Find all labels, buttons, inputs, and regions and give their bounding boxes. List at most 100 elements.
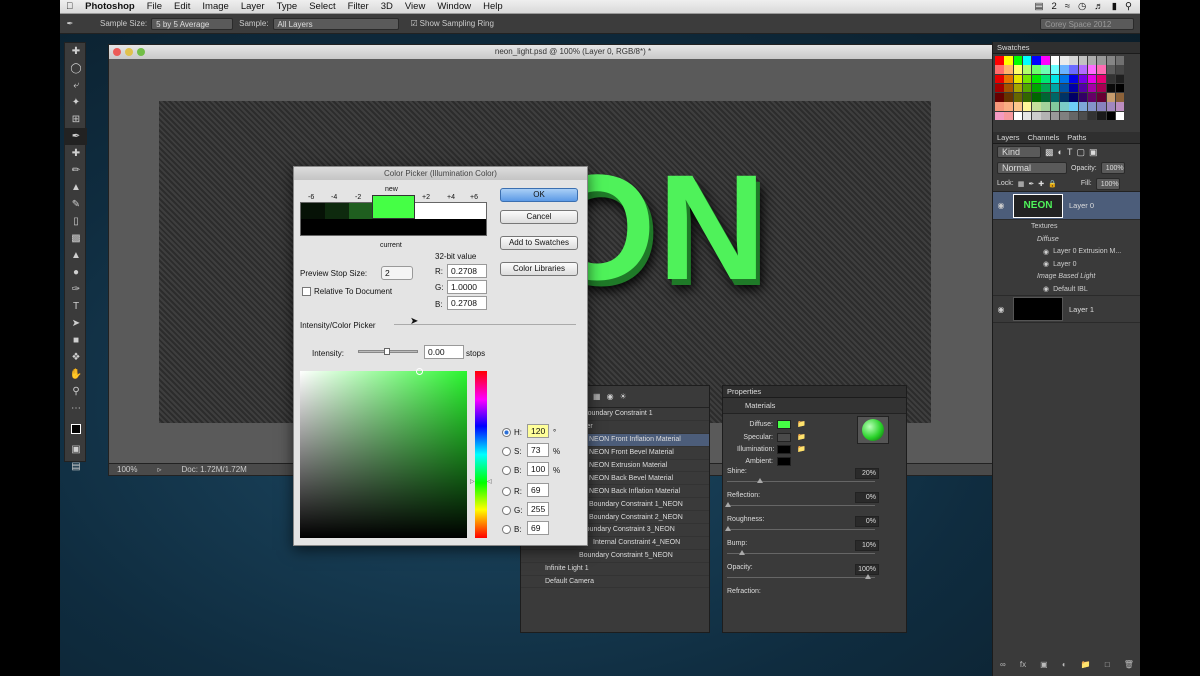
eye-icon[interactable]: ◉: [1043, 248, 1049, 256]
swatch-cell[interactable]: [1013, 74, 1023, 84]
swatch-cell[interactable]: [1022, 74, 1032, 84]
swatch-cell[interactable]: [1069, 102, 1078, 111]
g32-field[interactable]: 1.0000: [447, 280, 487, 294]
eye-icon[interactable]: ◉: [1043, 260, 1049, 268]
radio-s[interactable]: [502, 447, 511, 456]
swatch-cell[interactable]: [1032, 102, 1041, 111]
swatch-cell[interactable]: [1041, 102, 1050, 111]
dodge-tool-icon[interactable]: ●: [65, 264, 87, 281]
swatch-cell[interactable]: [1115, 93, 1125, 102]
swatch-cell[interactable]: [1087, 83, 1097, 93]
filter-light-icon[interactable]: ☀: [620, 392, 627, 401]
color-libraries-button[interactable]: Color Libraries: [500, 262, 578, 276]
reflection-knob[interactable]: [725, 502, 731, 507]
swatch-cell[interactable]: [1087, 56, 1097, 65]
swatch-cell[interactable]: [1106, 65, 1116, 74]
tab-layers[interactable]: Layers: [997, 132, 1020, 143]
brush-tool-icon[interactable]: ✏: [65, 162, 87, 179]
swatch-cell[interactable]: [1041, 74, 1050, 84]
reflection-value[interactable]: 0%: [855, 492, 879, 503]
layer-row-layer0[interactable]: ◉ NEON Layer 0: [993, 192, 1140, 221]
swatch-cell[interactable]: [1032, 74, 1041, 84]
screen-mode-icon[interactable]: ▤: [65, 458, 87, 475]
swatch-cell[interactable]: [1013, 93, 1023, 102]
filter-shape-icon[interactable]: ▢: [1076, 147, 1085, 158]
opacity-field[interactable]: 100%: [1100, 162, 1125, 175]
b2-field[interactable]: 69: [527, 521, 549, 535]
minimize-window-icon[interactable]: [125, 48, 133, 56]
visibility-eye-icon[interactable]: ◉: [993, 305, 1009, 314]
swatch-cell[interactable]: [1050, 83, 1060, 93]
filter-pixel-icon[interactable]: ▩: [1045, 147, 1054, 158]
swatch-cell[interactable]: [995, 111, 1004, 121]
swatch-cell[interactable]: [1115, 102, 1125, 111]
swatch-cell[interactable]: [1041, 111, 1050, 121]
swatch-cell[interactable]: [1069, 74, 1078, 84]
wifi-icon[interactable]: ≈: [1065, 1, 1070, 12]
swatch-cell[interactable]: [1097, 102, 1106, 111]
visibility-eye-icon[interactable]: ◉: [993, 201, 1009, 210]
folder-icon[interactable]: 📁: [797, 420, 806, 428]
adjustment-icon[interactable]: ◐: [1062, 660, 1067, 672]
swatch-cell[interactable]: [1013, 65, 1023, 74]
swatch-cell[interactable]: [995, 102, 1004, 111]
roughness-slider[interactable]: Roughness: 0%: [723, 514, 906, 538]
sample-select[interactable]: All Layers: [272, 17, 399, 30]
swatch-cell[interactable]: [1060, 65, 1069, 74]
bump-value[interactable]: 10%: [855, 540, 879, 551]
swatch-cell[interactable]: [1115, 65, 1125, 74]
swatch-cell[interactable]: [1069, 93, 1078, 102]
swatch-cell[interactable]: [1078, 83, 1088, 93]
stop-swatch-p6[interactable]: [462, 203, 486, 219]
swatch-cell[interactable]: [1022, 102, 1032, 111]
color-field-cursor[interactable]: [416, 368, 423, 375]
swatch-cell[interactable]: [1060, 74, 1069, 84]
swatch-cell[interactable]: [1013, 56, 1023, 65]
move-tool-icon[interactable]: ✚: [65, 43, 87, 60]
more-tools-icon[interactable]: ⋯: [65, 400, 87, 417]
saturation-brightness-field[interactable]: [300, 368, 467, 538]
opacity-knob[interactable]: [865, 574, 871, 579]
swatch-cell[interactable]: [1050, 102, 1060, 111]
close-window-icon[interactable]: [113, 48, 121, 56]
swatch-cell[interactable]: [1060, 111, 1069, 121]
menu-filter[interactable]: Filter: [342, 1, 375, 12]
sampling-ring-checkbox[interactable]: ☑: [411, 19, 418, 28]
swatch-cell[interactable]: [1050, 74, 1060, 84]
eyedropper-tool-icon[interactable]: ✒: [65, 128, 87, 145]
pen-tool-icon[interactable]: ✑: [65, 281, 87, 298]
swatch-cell[interactable]: [1060, 93, 1069, 102]
h-field[interactable]: 120: [527, 424, 549, 438]
swatches-tab[interactable]: Swatches: [993, 42, 1140, 54]
shape-tool-icon[interactable]: ■: [65, 332, 87, 349]
menu-layer[interactable]: Layer: [235, 1, 271, 12]
swatch-cell[interactable]: [1004, 65, 1013, 74]
swatch-cell[interactable]: [1032, 83, 1041, 93]
stop-swatch-m4[interactable]: [324, 203, 349, 219]
radio-b[interactable]: [502, 466, 511, 475]
roughness-knob[interactable]: [725, 526, 731, 531]
lock-all-icon[interactable]: 🔒: [1048, 180, 1057, 188]
hue-arrow-right-icon[interactable]: ◁: [487, 478, 492, 485]
swatch-cell[interactable]: [1106, 83, 1116, 93]
swatch-cell[interactable]: [1060, 83, 1069, 93]
layer0-name[interactable]: Layer 0: [1069, 201, 1094, 210]
menu-file[interactable]: File: [141, 1, 168, 12]
lock-pixels-icon[interactable]: ▦: [1018, 180, 1025, 188]
clock-icon[interactable]: ◷: [1078, 1, 1086, 12]
swatch-cell[interactable]: [1106, 111, 1116, 121]
swatch-cell[interactable]: [1013, 83, 1023, 93]
marquee-tool-icon[interactable]: ◯: [65, 60, 87, 77]
zoom-window-icon[interactable]: [137, 48, 145, 56]
document-title-bar[interactable]: neon_light.psd @ 100% (Layer 0, RGB/8*) …: [109, 45, 1037, 59]
swatch-cell[interactable]: [1106, 102, 1116, 111]
swatch-cell[interactable]: [995, 74, 1004, 84]
scene-row[interactable]: Boundary Constraint 5_NEON: [521, 550, 709, 563]
swatch-cell[interactable]: [1004, 56, 1013, 65]
new-layer-icon[interactable]: □: [1105, 660, 1110, 672]
swatch-cell[interactable]: [1041, 56, 1050, 65]
mask-icon[interactable]: ▣: [1040, 660, 1048, 672]
swatch-cell[interactable]: [1078, 102, 1088, 111]
stop-swatch-p2[interactable]: [414, 203, 439, 219]
stamp-tool-icon[interactable]: ▲: [65, 179, 87, 196]
